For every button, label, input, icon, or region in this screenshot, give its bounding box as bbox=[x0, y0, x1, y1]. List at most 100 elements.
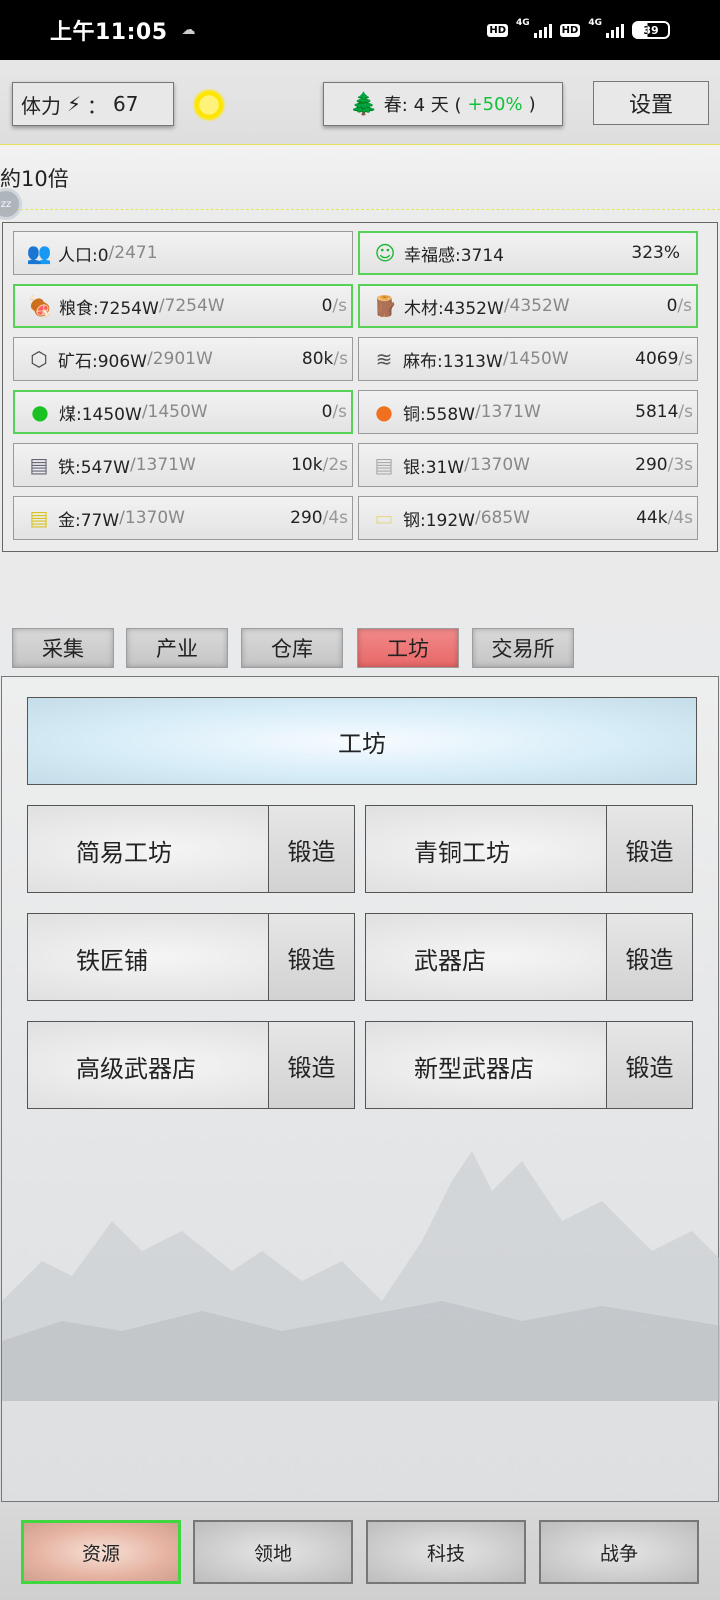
resource-cell: ● 铜:558W/1371W 5814/s bbox=[358, 390, 698, 434]
resource-rate: 44k/4s bbox=[636, 508, 693, 528]
workshop-card-advanced-weapon-shop: 高级武器店 锻造 bbox=[27, 1021, 355, 1109]
resource-amount: 金:77W bbox=[58, 510, 120, 531]
resource-rate-value: 0 bbox=[321, 296, 333, 316]
season-bonus: +50% bbox=[467, 93, 523, 115]
resource-amount: 煤:1450W bbox=[59, 404, 142, 425]
season-label: 春: 4 天 ( bbox=[383, 95, 462, 116]
resource-rate-unit: /s bbox=[333, 349, 348, 369]
iron-icon: ▤ bbox=[29, 453, 49, 477]
resource-rate-unit: /s bbox=[678, 402, 693, 422]
tab-industry[interactable]: 产业 bbox=[126, 628, 228, 668]
battery-level: 39 bbox=[643, 23, 659, 37]
resource-cell: ⬡ 矿石:906W/2901W 80k/s bbox=[13, 337, 353, 381]
resource-capacity: /4352W bbox=[503, 296, 570, 316]
resource-rate-value: 80k bbox=[301, 349, 334, 369]
lightning-icon: ⚡ bbox=[67, 92, 82, 116]
resource-rate-unit: /2s bbox=[322, 455, 348, 475]
copper-icon: ● bbox=[375, 400, 393, 424]
wood-icon: 🪵 bbox=[372, 294, 398, 318]
battery-icon: 39 bbox=[632, 21, 670, 39]
resource-cell: ● 煤:1450W/1450W 0/s bbox=[13, 390, 353, 434]
resource-amount: 人口:0 bbox=[58, 245, 109, 266]
resource-cell: ≋ 麻布:1313W/1450W 4069/s bbox=[358, 337, 698, 381]
forge-button[interactable]: 锻造 bbox=[268, 806, 354, 892]
resource-rate-unit: /4s bbox=[667, 508, 693, 528]
steel-icon: ▭ bbox=[374, 506, 394, 530]
resource-capacity: /2471 bbox=[108, 243, 158, 263]
forge-button[interactable]: 锻造 bbox=[268, 1022, 354, 1108]
resource-rate-unit: /4s bbox=[322, 508, 348, 528]
resource-capacity: /7254W bbox=[158, 296, 225, 316]
gold-icon: ▤ bbox=[29, 506, 49, 530]
hd-icon: HD bbox=[487, 23, 509, 37]
forge-button[interactable]: 锻造 bbox=[268, 914, 354, 1000]
resource-rate-unit: /s bbox=[677, 296, 692, 316]
resource-capacity: /1450W bbox=[141, 402, 208, 422]
nav-resources[interactable]: 资源 bbox=[21, 1520, 181, 1584]
hd-icon-2: HD bbox=[559, 23, 581, 37]
resource-rate-unit: /s bbox=[332, 296, 347, 316]
workshop-name: 新型武器店 bbox=[414, 1054, 534, 1083]
silver-icon: ▤ bbox=[374, 453, 394, 477]
resource-amount: 矿石:906W bbox=[58, 351, 147, 372]
resource-cell: 🍖 粮食:7254W/7254W 0/s bbox=[13, 284, 353, 328]
tab-workshop[interactable]: 工坊 bbox=[357, 628, 459, 668]
resource-rate: 323% bbox=[631, 243, 680, 263]
resource-amount: 幸福感:3714 bbox=[404, 245, 504, 266]
resource-rate-value: 10k bbox=[291, 455, 323, 475]
resource-capacity: /1450W bbox=[502, 349, 569, 369]
tab-gather[interactable]: 采集 bbox=[12, 628, 114, 668]
resource-rate-value: 0 bbox=[321, 402, 333, 422]
resource-rate-value: 5814 bbox=[635, 402, 679, 422]
signal-icon-2 bbox=[606, 22, 624, 38]
workshop-card-weapon-shop: 武器店 锻造 bbox=[365, 913, 693, 1001]
resource-rate: 290/3s bbox=[635, 455, 693, 475]
resource-capacity: /1370W bbox=[464, 455, 530, 475]
workshop-name: 简易工坊 bbox=[76, 838, 172, 867]
resource-cell: ☺ 幸福感:3714 323% bbox=[358, 231, 698, 275]
forge-button[interactable]: 锻造 bbox=[606, 914, 692, 1000]
forge-button[interactable]: 锻造 bbox=[606, 1022, 692, 1108]
resource-rate-value: 323% bbox=[631, 243, 680, 263]
nav-war[interactable]: 战争 bbox=[539, 1520, 699, 1584]
network-type-2: 4G bbox=[588, 18, 602, 28]
resource-rate: 0/s bbox=[322, 296, 347, 316]
stamina-separator: ： bbox=[87, 93, 108, 118]
resource-rate-unit: /s bbox=[678, 349, 693, 369]
status-left: 上午11:05 ☁ bbox=[50, 14, 196, 46]
nav-territory[interactable]: 领地 bbox=[193, 1520, 353, 1584]
resource-rate: 4069/s bbox=[635, 349, 693, 369]
resource-rate: 0/s bbox=[667, 296, 692, 316]
resource-capacity: /685W bbox=[474, 508, 530, 528]
resource-rate-value: 44k bbox=[636, 508, 668, 528]
sun-icon bbox=[192, 88, 226, 122]
season-close: ) bbox=[528, 93, 536, 115]
nav-technology[interactable]: 科技 bbox=[366, 1520, 526, 1584]
status-time: 上午11:05 bbox=[50, 20, 168, 45]
stamina-value: 67 bbox=[113, 92, 139, 116]
resource-cell: ▤ 铁:547W/1371W 10k/2s bbox=[13, 443, 353, 487]
settings-button[interactable]: 设置 bbox=[593, 81, 709, 125]
forge-button[interactable]: 锻造 bbox=[606, 806, 692, 892]
resource-rate-value: 0 bbox=[666, 296, 678, 316]
tab-exchange[interactable]: 交易所 bbox=[472, 628, 574, 668]
resource-cell: 🪵 木材:4352W/4352W 0/s bbox=[358, 284, 698, 328]
background-landscape bbox=[2, 1151, 720, 1401]
bottom-nav: 资源 领地 科技 战争 bbox=[0, 1502, 720, 1600]
news-ticker: 約10倍 bbox=[0, 144, 720, 210]
cloud-icon: ☁ bbox=[181, 22, 196, 38]
resource-rate: 0/s bbox=[322, 402, 347, 422]
resource-capacity: /1371W bbox=[129, 455, 196, 475]
resource-rate-unit: /s bbox=[332, 402, 347, 422]
resource-panel: 👥 人口:0/2471 ☺ 幸福感:3714 323% 🍖 粮食:7254W/7254W 0/… bbox=[2, 222, 718, 552]
resource-amount: 钢:192W bbox=[403, 510, 475, 531]
workshop-card-simple: 简易工坊 锻造 bbox=[27, 805, 355, 893]
workshop-card-bronze: 青铜工坊 锻造 bbox=[365, 805, 693, 893]
food-icon: 🍖 bbox=[27, 294, 53, 318]
top-bar: 体力 ⚡ ： 67 🌲 春: 4 天 (+50%) 设置 bbox=[0, 60, 720, 144]
workshop-card-blacksmith: 铁匠铺 锻造 bbox=[27, 913, 355, 1001]
resource-capacity: /2901W bbox=[146, 349, 213, 369]
resource-cell: ▭ 钢:192W/685W 44k/4s bbox=[358, 496, 698, 540]
tab-warehouse[interactable]: 仓库 bbox=[241, 628, 343, 668]
resource-rate: 290/4s bbox=[290, 508, 348, 528]
